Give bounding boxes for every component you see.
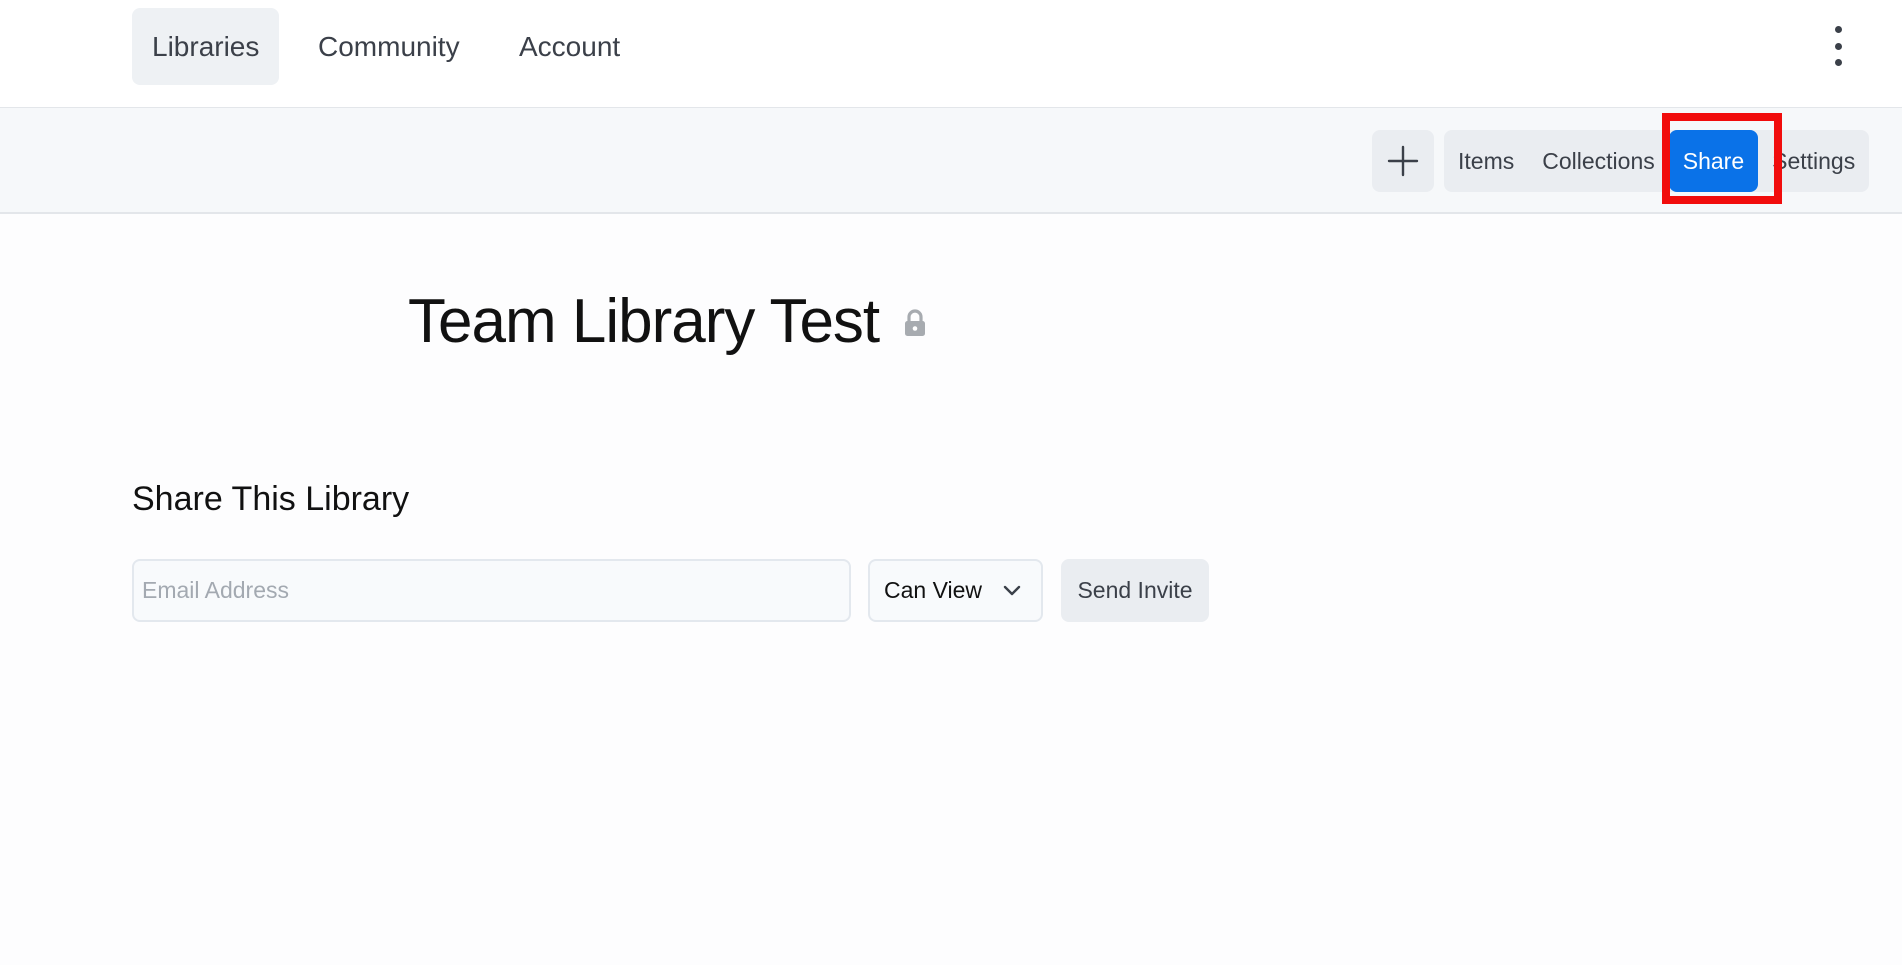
tab-label: Share xyxy=(1682,147,1745,174)
nav-tab-label: Community xyxy=(318,30,460,62)
nav-tab-label: Libraries xyxy=(152,30,260,62)
tab-label: Items xyxy=(1458,147,1515,174)
email-field[interactable] xyxy=(132,559,851,622)
tab-label: Settings xyxy=(1772,147,1856,174)
top-nav: Libraries Community Account xyxy=(0,0,1902,108)
send-invite-label: Send Invite xyxy=(1077,577,1193,603)
library-header: Team Library Test xyxy=(408,286,927,357)
library-view-tabs: Items Collections Share Settings xyxy=(1444,130,1870,192)
kebab-dot xyxy=(1834,42,1842,50)
send-invite-button[interactable]: Send Invite xyxy=(1061,559,1209,622)
kebab-dot xyxy=(1834,26,1842,33)
kebab-dot xyxy=(1834,59,1842,66)
page-title: Team Library Test xyxy=(408,287,880,356)
share-section-heading: Share This Library xyxy=(132,480,410,518)
tab-collections[interactable]: Collections xyxy=(1528,130,1667,192)
lock-icon xyxy=(903,309,927,342)
library-toolbar: Items Collections Share Settings xyxy=(0,108,1902,214)
tab-settings[interactable]: Settings xyxy=(1760,130,1869,192)
tab-items[interactable]: Items xyxy=(1444,130,1528,192)
permission-select[interactable]: Can View xyxy=(868,559,1043,622)
nav-tab-label: Account xyxy=(519,30,621,62)
more-options-icon[interactable] xyxy=(1826,26,1850,66)
plus-icon xyxy=(1387,145,1419,177)
permission-select-value: Can View xyxy=(884,577,983,603)
chevron-down-icon xyxy=(1003,585,1021,597)
nav-tab-libraries[interactable]: Libraries xyxy=(132,8,280,85)
tab-label: Collections xyxy=(1542,147,1655,174)
tab-share[interactable]: Share xyxy=(1668,130,1759,192)
nav-tab-account[interactable]: Account xyxy=(499,8,640,85)
nav-tab-community[interactable]: Community xyxy=(298,8,480,85)
add-button[interactable] xyxy=(1372,130,1434,192)
